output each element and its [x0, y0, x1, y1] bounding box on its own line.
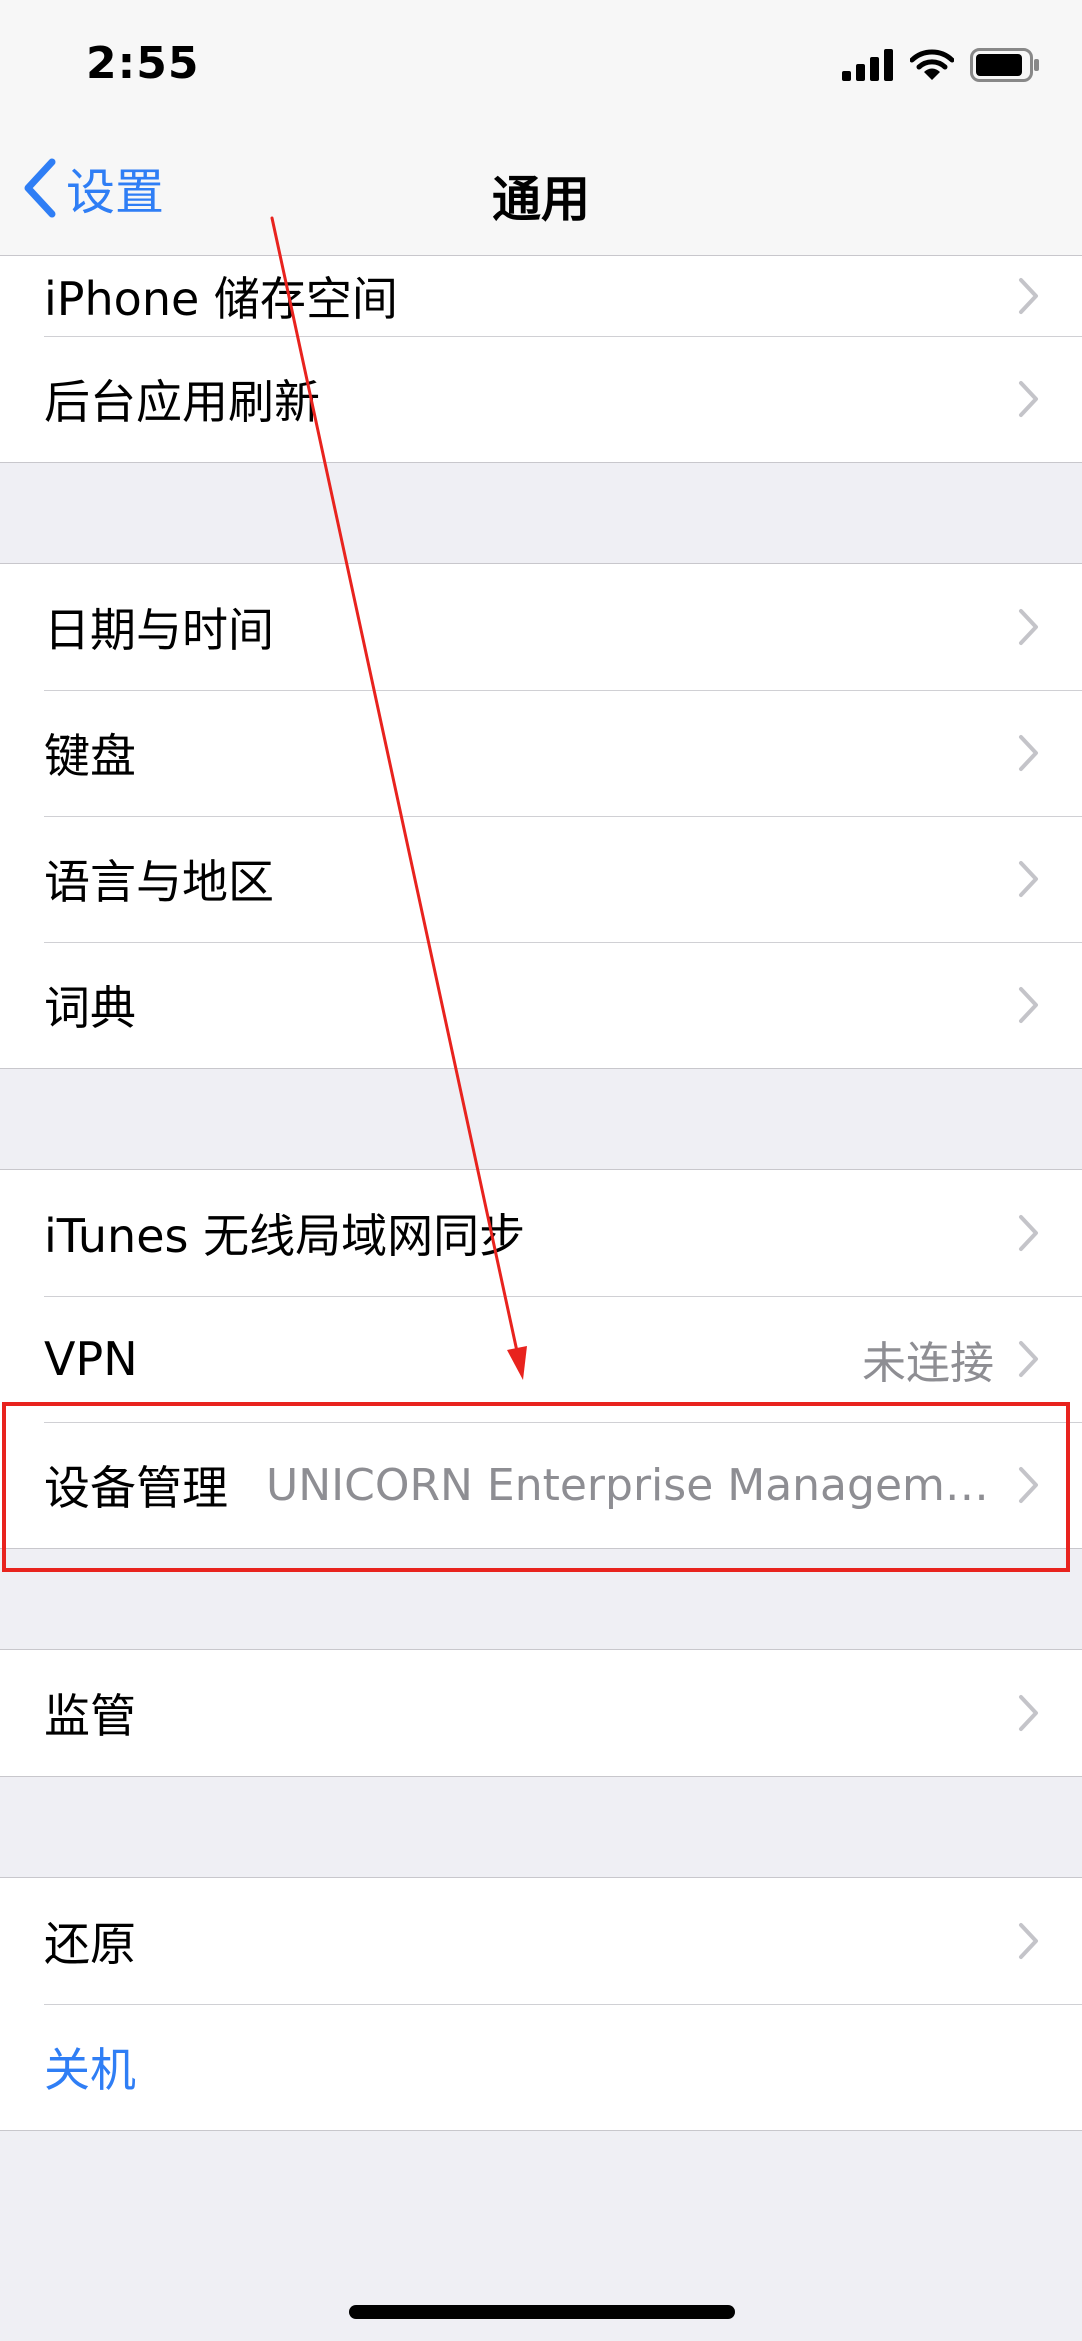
- settings-group-reset: 还原 关机: [0, 1877, 1082, 2131]
- row-label: 日期与时间: [44, 603, 274, 657]
- row-itunes-wifi-sync[interactable]: iTunes 无线局域网同步: [0, 1170, 1082, 1296]
- home-indicator: [349, 2305, 735, 2319]
- row-label: iTunes 无线局域网同步: [44, 1209, 526, 1263]
- row-background-app-refresh[interactable]: 后台应用刷新: [0, 336, 1082, 462]
- chevron-right-icon: [1019, 1695, 1038, 1731]
- row-label: 监管: [44, 1689, 136, 1743]
- row-label: 语言与地区: [44, 855, 274, 909]
- navigation-bar: 设置 通用: [0, 130, 1082, 256]
- row-label: VPN: [44, 1332, 138, 1386]
- settings-list: iPhone 储存空间 后台应用刷新 日期与时间 键盘 语言与地区 词典 iTu…: [0, 256, 1082, 2131]
- chevron-right-icon: [1019, 381, 1038, 417]
- row-supervision[interactable]: 监管: [0, 1650, 1082, 1776]
- chevron-right-icon: [1019, 1923, 1038, 1959]
- settings-group-supervision: 监管: [0, 1649, 1082, 1777]
- status-icons: [842, 48, 1040, 82]
- chevron-right-icon: [1019, 861, 1038, 897]
- chevron-right-icon: [1019, 987, 1038, 1023]
- status-time: 2:55: [86, 38, 200, 89]
- row-vpn[interactable]: VPN 未连接: [0, 1296, 1082, 1422]
- row-label: 设备管理: [44, 1461, 228, 1515]
- row-label: 还原: [44, 1917, 136, 1971]
- wifi-icon: [910, 49, 954, 80]
- settings-group-network: iTunes 无线局域网同步 VPN 未连接 设备管理 UNICORN Ente…: [0, 1169, 1082, 1549]
- row-label: 键盘: [44, 729, 136, 783]
- row-date-time[interactable]: 日期与时间: [0, 564, 1082, 690]
- chevron-right-icon: [1019, 609, 1038, 645]
- row-value: UNICORN Enterprise Manageme...: [266, 1459, 994, 1511]
- chevron-right-icon: [1019, 1215, 1038, 1251]
- cellular-signal-icon: [842, 49, 893, 81]
- row-language-region[interactable]: 语言与地区: [0, 816, 1082, 942]
- row-shut-down[interactable]: 关机: [0, 2004, 1082, 2130]
- settings-group-locale: 日期与时间 键盘 语言与地区 词典: [0, 563, 1082, 1069]
- battery-icon: [970, 48, 1039, 82]
- page-title: 通用: [491, 171, 590, 228]
- chevron-right-icon: [1019, 278, 1038, 314]
- row-value: 未连接: [862, 1338, 994, 1389]
- chevron-right-icon: [1019, 735, 1038, 771]
- row-device-management[interactable]: 设备管理 UNICORN Enterprise Manageme...: [0, 1422, 1082, 1548]
- row-reset[interactable]: 还原: [0, 1878, 1082, 2004]
- row-label: 词典: [44, 981, 136, 1035]
- shut-down-button: 关机: [44, 2043, 136, 2097]
- chevron-right-icon: [1019, 1467, 1038, 1503]
- row-iphone-storage[interactable]: iPhone 储存空间: [0, 256, 1082, 336]
- settings-group-storage: iPhone 储存空间 后台应用刷新: [0, 256, 1082, 463]
- row-dictionary[interactable]: 词典: [0, 942, 1082, 1068]
- row-label: 后台应用刷新: [44, 375, 320, 429]
- chevron-right-icon: [1019, 1341, 1038, 1377]
- status-bar: 2:55: [0, 0, 1082, 130]
- row-keyboard[interactable]: 键盘: [0, 690, 1082, 816]
- row-label: iPhone 储存空间: [44, 272, 398, 326]
